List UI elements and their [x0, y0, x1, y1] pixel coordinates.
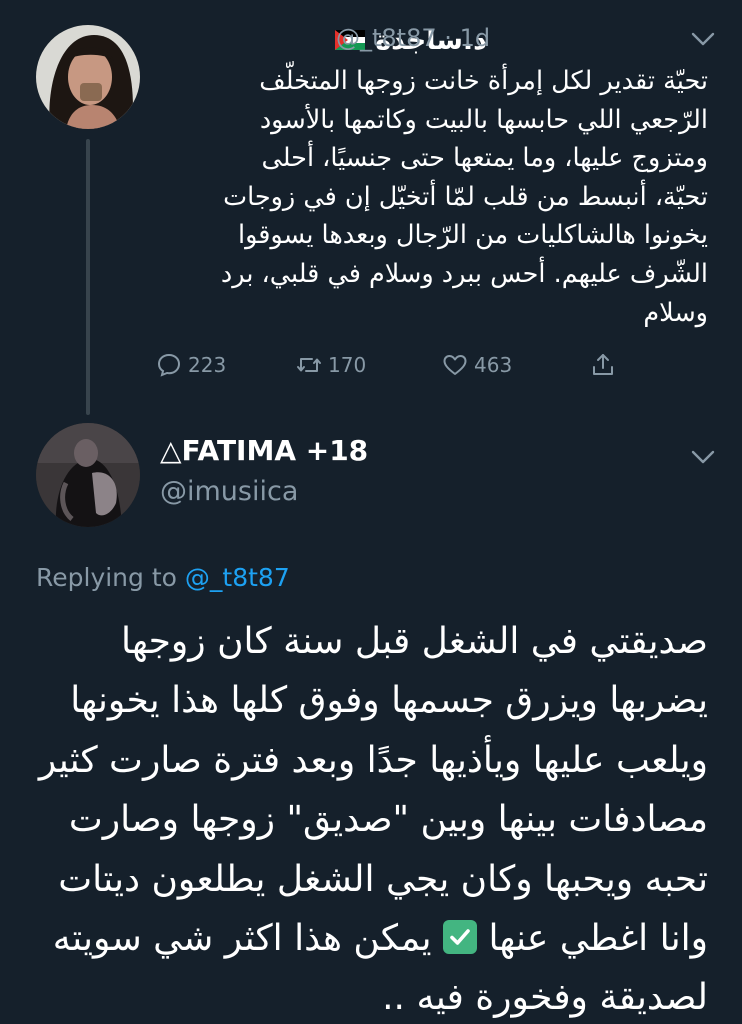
- retweet-icon: [297, 358, 321, 372]
- reply-text-line: يضربها ويزرق جسمها وفوق كلها هذا يخونها: [70, 680, 708, 722]
- like-count: 463: [474, 353, 513, 377]
- avatar-sajida[interactable]: [36, 25, 140, 129]
- parent-author-handle[interactable]: @_t8t87: [336, 24, 437, 52]
- meta-separator: ·: [444, 24, 452, 52]
- like-button[interactable]: 463: [442, 345, 512, 385]
- parent-text-line: يخونوا هالشاكليات من الرّجال وبعدها يسوق…: [237, 220, 708, 251]
- reply-tweet-text: صديقتي في الشغل قبل سنة كان زوجها يضربها…: [36, 612, 708, 1024]
- parent-tweet-time[interactable]: 1d: [460, 24, 491, 52]
- chevron-down-icon[interactable]: [690, 448, 716, 466]
- parent-tweet-text: تحيّة تقدير لكل إمرأة خانت زوجها المتخلّ…: [160, 62, 708, 332]
- parent-tweet-meta: @_t8t87 · 1d: [336, 24, 490, 52]
- reply-text-line: لصديقة وفخورة فيه ..: [382, 977, 708, 1019]
- share-button[interactable]: [590, 345, 616, 385]
- reply-text-line: ويلعب عليها ويأذيها جدًا وبعد فترة صارت …: [38, 739, 708, 781]
- tweet-thread: د.ساجدة @_t8t87 · 1d تحيّة تقدير لكل إمر…: [0, 0, 742, 1024]
- retweet-count: 170: [328, 353, 367, 377]
- reply-author-name[interactable]: △FATIMA +18: [160, 434, 368, 467]
- parent-text-line: الرّجعي اللي حابسها بالبيت وكاتمها بالأس…: [259, 104, 708, 135]
- parent-text-line: وسلام: [643, 297, 708, 328]
- retweet-button[interactable]: 170: [296, 345, 366, 385]
- parent-text-line: تحيّة تقدير لكل إمرأة خانت زوجها المتخلّ…: [259, 66, 708, 96]
- reply-text-fragment: وانا اغطي عنها: [488, 918, 708, 960]
- replying-to: Replying to @_t8t87: [36, 563, 290, 592]
- replying-to-mention[interactable]: @_t8t87: [185, 563, 290, 592]
- reply-text-line: وانا اغطي عنها يمكن هذا اكثر شي سويته: [36, 909, 708, 968]
- reply-text-fragment: يمكن هذا اكثر شي سويته: [52, 918, 432, 960]
- reply-icon: [157, 353, 181, 377]
- reply-button[interactable]: 223: [156, 345, 226, 385]
- share-icon: [593, 354, 613, 375]
- parent-text-line: تحيّة، أنبسط من قلب لمّا أتخيّل إن في زو…: [223, 181, 708, 212]
- chevron-down-icon[interactable]: [690, 30, 716, 48]
- replying-to-label: Replying to: [36, 563, 177, 592]
- avatar-fatima[interactable]: [36, 423, 140, 527]
- parent-text-line: ومتزوج عليها، وما يمتعها حتى جنسيًا، أحل…: [261, 143, 708, 174]
- reply-text-line: مصادفات بينها وبين "صديق" زوجها وصارت: [68, 799, 708, 841]
- reply-count: 223: [188, 353, 227, 377]
- parent-text-line: الشّرف عليهم. أحس ببرد وسلام في قلبي، بر…: [220, 258, 708, 289]
- heart-icon: [443, 355, 467, 375]
- white-check-mark-icon: [443, 920, 477, 955]
- thread-connector-line: [86, 139, 90, 415]
- reply-text-line: تحبه ويحبها وكان يجي الشغل يطلعون ديتات: [58, 858, 708, 900]
- parent-tweet-actions: 223 170 463: [150, 345, 630, 385]
- reply-text-line: صديقتي في الشغل قبل سنة كان زوجها: [121, 621, 708, 662]
- reply-author-handle[interactable]: @imusiica: [160, 476, 298, 507]
